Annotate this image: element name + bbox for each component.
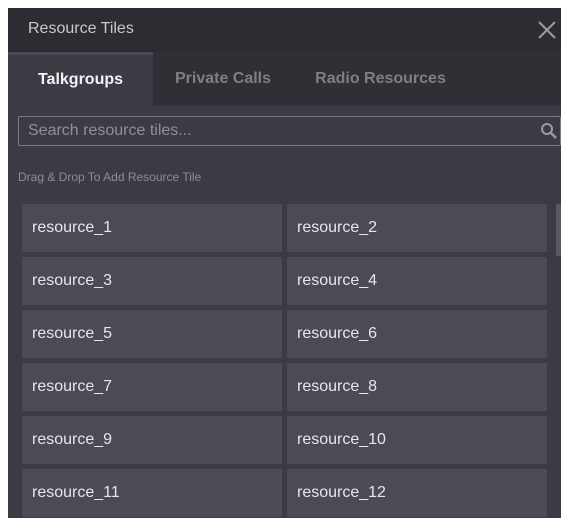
resource-tile[interactable]: resource_12 xyxy=(287,469,547,517)
search-box xyxy=(18,116,561,146)
tab-talkgroups[interactable]: Talkgroups xyxy=(8,52,153,106)
close-icon xyxy=(538,21,556,39)
close-button[interactable] xyxy=(531,12,561,48)
resource-tile[interactable]: resource_8 xyxy=(287,363,547,411)
tab-private-calls[interactable]: Private Calls xyxy=(153,52,293,106)
resource-tile[interactable]: resource_6 xyxy=(287,310,547,358)
tab-bar: Talkgroups Private Calls Radio Resources xyxy=(8,52,561,106)
resource-tile[interactable]: resource_9 xyxy=(22,416,282,464)
search-icon[interactable] xyxy=(540,122,558,140)
resource-tile[interactable]: resource_11 xyxy=(22,469,282,517)
resource-tile[interactable]: resource_1 xyxy=(22,204,282,252)
resource-tile[interactable]: resource_5 xyxy=(22,310,282,358)
tab-radio-resources[interactable]: Radio Resources xyxy=(293,52,468,106)
search-input[interactable] xyxy=(19,117,529,145)
resource-tile[interactable]: resource_2 xyxy=(287,204,547,252)
scrollbar-thumb[interactable] xyxy=(556,204,561,256)
resource-tile[interactable]: resource_10 xyxy=(287,416,547,464)
resource-tile[interactable]: resource_7 xyxy=(22,363,282,411)
resource-tile[interactable]: resource_3 xyxy=(22,257,282,305)
resource-tiles-panel: Resource Tiles Talkgroups Private Calls … xyxy=(8,8,561,518)
tile-scrollbar[interactable] xyxy=(556,204,561,514)
drag-drop-hint: Drag & Drop To Add Resource Tile xyxy=(18,170,202,184)
title-bar: Resource Tiles xyxy=(8,8,561,52)
window-title: Resource Tiles xyxy=(28,20,134,37)
resource-tile[interactable]: resource_4 xyxy=(287,257,547,305)
